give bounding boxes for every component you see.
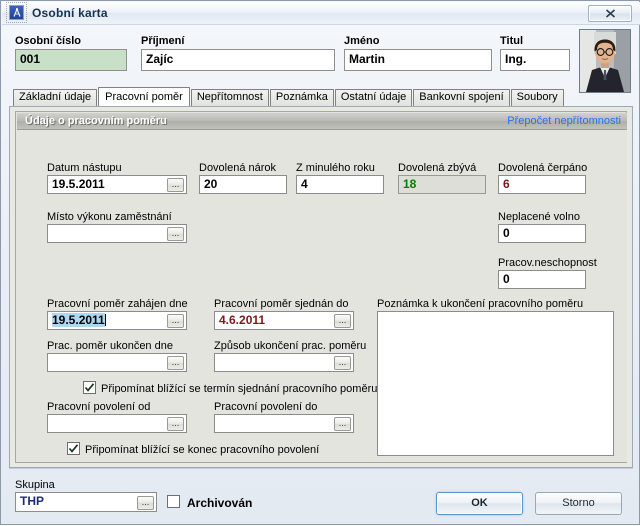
pp-zahajen-input[interactable]: 19.5.2011 ... — [47, 311, 187, 330]
label-neplacene-volno: Neplacené volno — [498, 211, 580, 223]
label-pp-zahajen: Pracovní poměr zahájen dne — [47, 298, 188, 310]
tab-bankovni-spojeni[interactable]: Bankovní spojení — [413, 89, 510, 106]
label-pripominat-povoleni[interactable]: Připomínat blížící se konec pracovního p… — [85, 444, 319, 456]
dialog-window: Osobní karta Osobní číslo 001 Příjmení Z… — [0, 0, 640, 525]
label-dovolena-narok: Dovolená nárok — [199, 162, 277, 174]
osobni-cislo-field[interactable]: 001 — [15, 49, 127, 71]
tab-zakladni-udaje[interactable]: Základní údaje — [13, 89, 98, 106]
label-pp-ukoncen: Prac. poměr ukončen dne — [47, 340, 173, 352]
povoleni-od-input[interactable]: ... — [47, 414, 187, 433]
titul-field[interactable]: Ing. — [500, 49, 570, 71]
footer-bar: Skupina THP ... Archivován OK Storno — [1, 468, 640, 526]
datum-nastupu-browse-button[interactable]: ... — [167, 178, 184, 192]
misto-vykonu-input[interactable]: ... — [47, 224, 187, 243]
label-dovolena-zbyva: Dovolená zbývá — [398, 162, 477, 174]
ok-button[interactable]: OK — [436, 492, 523, 515]
checkbox-archivovan[interactable] — [167, 495, 180, 508]
z-minuleho-roku-input[interactable]: 4 — [296, 175, 384, 194]
pp-sjednan-do-value: 4.6.2011 — [219, 313, 266, 327]
pp-ukoncen-input[interactable]: ... — [47, 353, 187, 372]
tab-page-panel: Údaje o pracovním poměru Přepočet nepřít… — [9, 106, 633, 468]
label-jmeno: Jméno — [344, 35, 380, 47]
pracov-neschopnost-input[interactable]: 0 — [498, 270, 586, 289]
prijmeni-field[interactable]: Zajíc — [141, 49, 335, 71]
povoleni-do-browse-button[interactable]: ... — [334, 417, 351, 431]
label-z-minuleho-roku: Z minulého roku — [296, 162, 375, 174]
form-body: Datum nástupu 19.5.2011 ... Dovolená nár… — [17, 130, 627, 462]
povoleni-od-browse-button[interactable]: ... — [167, 417, 184, 431]
dovolena-cerpano-value: 6 — [503, 177, 510, 191]
pp-zahajen-value: 19.5.2011 — [52, 313, 105, 327]
tab-soubory[interactable]: Soubory — [510, 89, 564, 106]
dovolena-zbyva-input: 18 — [398, 175, 486, 194]
label-pp-sjednan-do: Pracovní poměr sjednán do — [214, 298, 349, 310]
group-box: Údaje o pracovním poměru Přepočet nepřít… — [15, 111, 627, 463]
datum-nastupu-input[interactable]: 19.5.2011 ... — [47, 175, 187, 194]
label-archivovan[interactable]: Archivován — [187, 496, 252, 510]
label-osobni-cislo: Osobní číslo — [15, 35, 82, 47]
dovolena-narok-input[interactable]: 20 — [199, 175, 287, 194]
label-zpusob-ukonceni: Způsob ukončení prac. poměru — [214, 340, 367, 352]
label-pripominat-termin[interactable]: Připomínat blížící se termín sjednání pr… — [101, 383, 377, 395]
label-dovolena-cerpano: Dovolená čerpáno — [498, 162, 588, 174]
storno-button[interactable]: Storno — [535, 492, 622, 515]
zpusob-ukonceni-input[interactable]: ... — [214, 353, 354, 372]
tab-poznamka[interactable]: Poznámka — [269, 89, 334, 106]
povoleni-do-input[interactable]: ... — [214, 414, 354, 433]
tab-pracovni-pomer[interactable]: Pracovní poměr — [98, 87, 190, 106]
checkbox-pripominat-povoleni[interactable] — [67, 442, 80, 455]
text-caret — [104, 314, 106, 326]
pp-ukoncen-browse-button[interactable]: ... — [167, 356, 184, 370]
label-pracov-neschopnost: Pracov.neschopnost — [498, 257, 597, 269]
skupina-value: THP — [20, 494, 44, 508]
pp-sjednan-do-input[interactable]: 4.6.2011 ... — [214, 311, 354, 330]
jmeno-field[interactable]: Martin — [344, 49, 492, 71]
group-header-bar: Údaje o pracovním poměru Přepočet nepřít… — [17, 113, 627, 130]
pp-sjednan-do-browse-button[interactable]: ... — [334, 314, 351, 328]
label-skupina: Skupina — [15, 479, 55, 491]
skupina-browse-button[interactable]: ... — [137, 496, 154, 510]
label-titul: Titul — [500, 35, 524, 47]
group-title: Údaje o pracovním poměru — [25, 115, 167, 127]
label-prijmeni: Příjmení — [141, 35, 185, 47]
datum-nastupu-value: 19.5.2011 — [52, 177, 105, 191]
zpusob-ukonceni-browse-button[interactable]: ... — [334, 356, 351, 370]
label-povoleni-do: Pracovní povolení do — [214, 401, 318, 413]
tab-ostatni-udaje[interactable]: Ostatní údaje — [334, 89, 413, 106]
label-misto-vykonu: Místo výkonu zaměstnání — [47, 211, 172, 223]
employee-photo — [579, 29, 631, 93]
tab-strip: Základní údaje Pracovní poměr Nepřítomno… — [13, 87, 565, 107]
footer-divider — [9, 468, 633, 469]
poznamka-ukonceni-textarea[interactable] — [377, 311, 614, 456]
misto-vykonu-browse-button[interactable]: ... — [167, 227, 184, 241]
dovolena-zbyva-value: 18 — [403, 177, 417, 191]
title-bar: Osobní karta — [2, 2, 640, 25]
app-icon — [9, 5, 24, 20]
label-datum-nastupu: Datum nástupu — [47, 162, 122, 174]
label-povoleni-od: Pracovní povolení od — [47, 401, 151, 413]
pp-zahajen-browse-button[interactable]: ... — [167, 314, 184, 328]
dovolena-cerpano-input[interactable]: 6 — [498, 175, 586, 194]
label-poznamka-ukonceni: Poznámka k ukončení pracovního poměru — [377, 298, 584, 310]
close-button[interactable] — [588, 5, 632, 22]
skupina-input[interactable]: THP ... — [15, 492, 157, 512]
tab-nepritomnost[interactable]: Nepřítomnost — [190, 89, 269, 106]
checkbox-pripominat-termin[interactable] — [83, 381, 96, 394]
neplacene-volno-input[interactable]: 0 — [498, 224, 586, 243]
prepocet-nepritomnosti-link[interactable]: Přepočet nepřítomnosti — [507, 115, 621, 127]
window-title: Osobní karta — [32, 6, 108, 20]
